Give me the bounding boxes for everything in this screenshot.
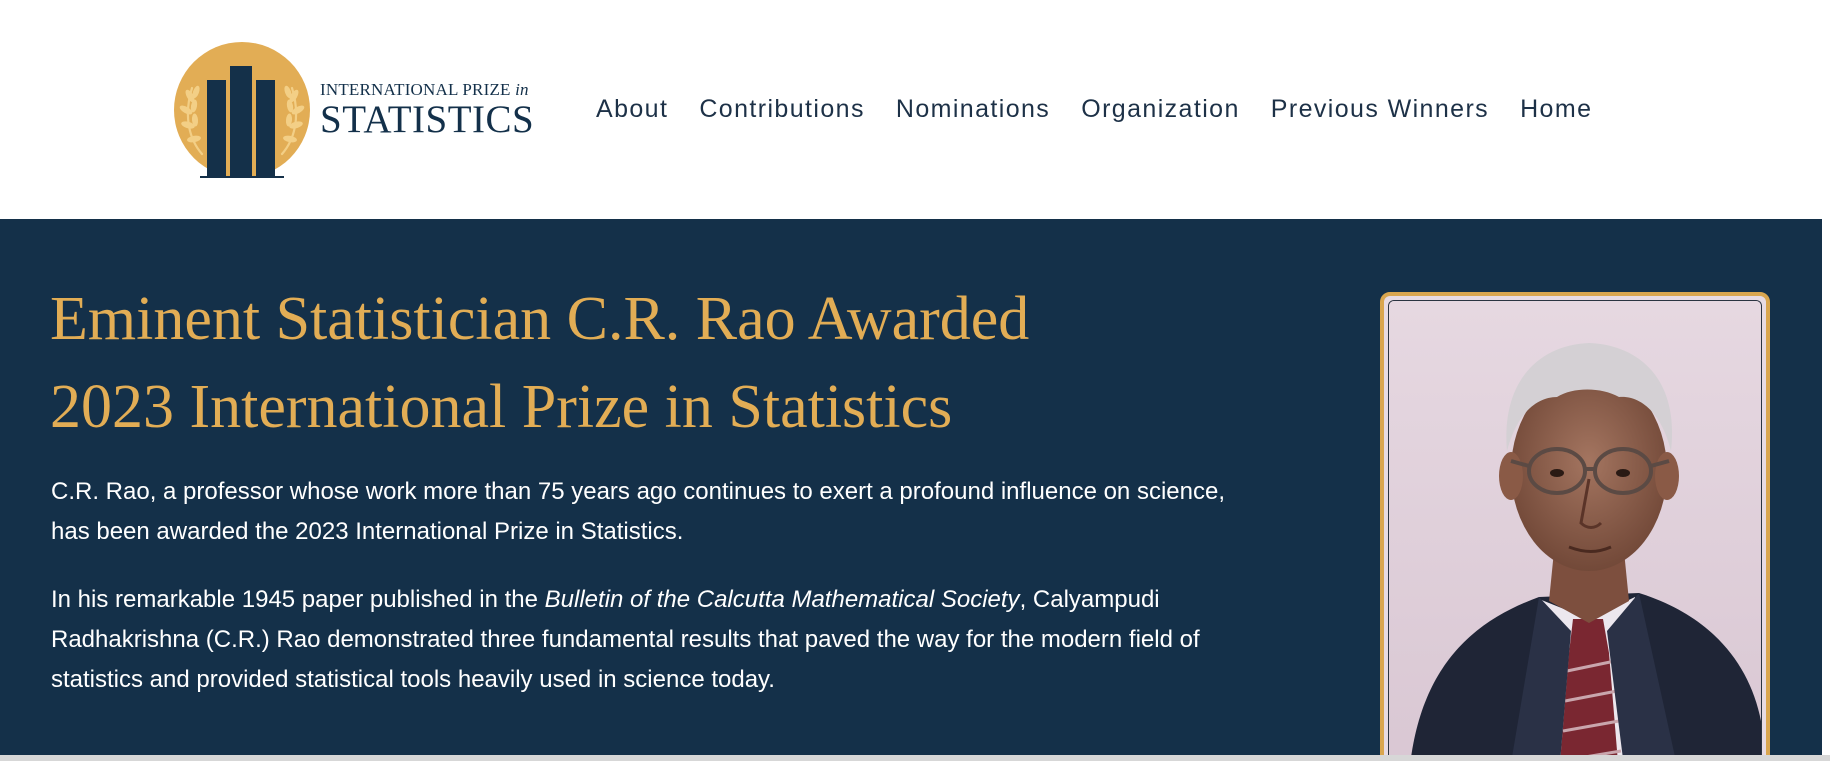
nav-contributions[interactable]: Contributions [699,94,865,124]
headline-line-2: 2023 International Prize in Statistics [50,373,953,441]
site-header: INTERNATIONAL PRIZE in STATISTICS About … [0,0,1830,219]
right-edge-strip [1822,219,1830,755]
logo-text-line1: INTERNATIONAL PRIZE in [320,80,550,100]
logo-statistics-text: STATISTICS [320,98,535,141]
hero-headline: Eminent Statistician C.R. Rao Awarded 20… [50,275,1230,451]
hero-paragraph-2: In his remarkable 1945 paper published i… [51,580,1231,700]
nav-about[interactable]: About [596,94,668,124]
page: INTERNATIONAL PRIZE in STATISTICS About … [0,0,1830,761]
logo-prize-text: INTERNATIONAL PRIZE [320,80,511,99]
hero-paragraph-1: C.R. Rao, a professor whose work more th… [51,478,1225,545]
bottom-scroll-edge [0,755,1830,761]
nav-previous-winners[interactable]: Previous Winners [1271,94,1489,124]
hero-section: Eminent Statistician C.R. Rao Awarded 20… [0,219,1822,755]
headline-line-1: Eminent Statistician C.R. Rao Awarded [50,285,1030,353]
site-logo[interactable]: INTERNATIONAL PRIZE in STATISTICS [172,42,548,178]
logo-wordmark: INTERNATIONAL PRIZE in STATISTICS [320,80,550,140]
medallion-columns-icon [172,42,312,178]
nav-home[interactable]: Home [1520,94,1592,124]
journal-title: Bulletin of the Calcutta Mathematical So… [544,586,1020,613]
logo-in-text: in [515,80,529,99]
nav-nominations[interactable]: Nominations [896,94,1050,124]
portrait-frame [1380,292,1770,755]
main-nav: About Contributions Nominations Organiza… [596,94,1592,124]
portrait-photo [1388,300,1762,755]
paragraph-2-intro: In his remarkable 1945 paper published i… [51,586,545,613]
nav-organization[interactable]: Organization [1081,94,1240,124]
